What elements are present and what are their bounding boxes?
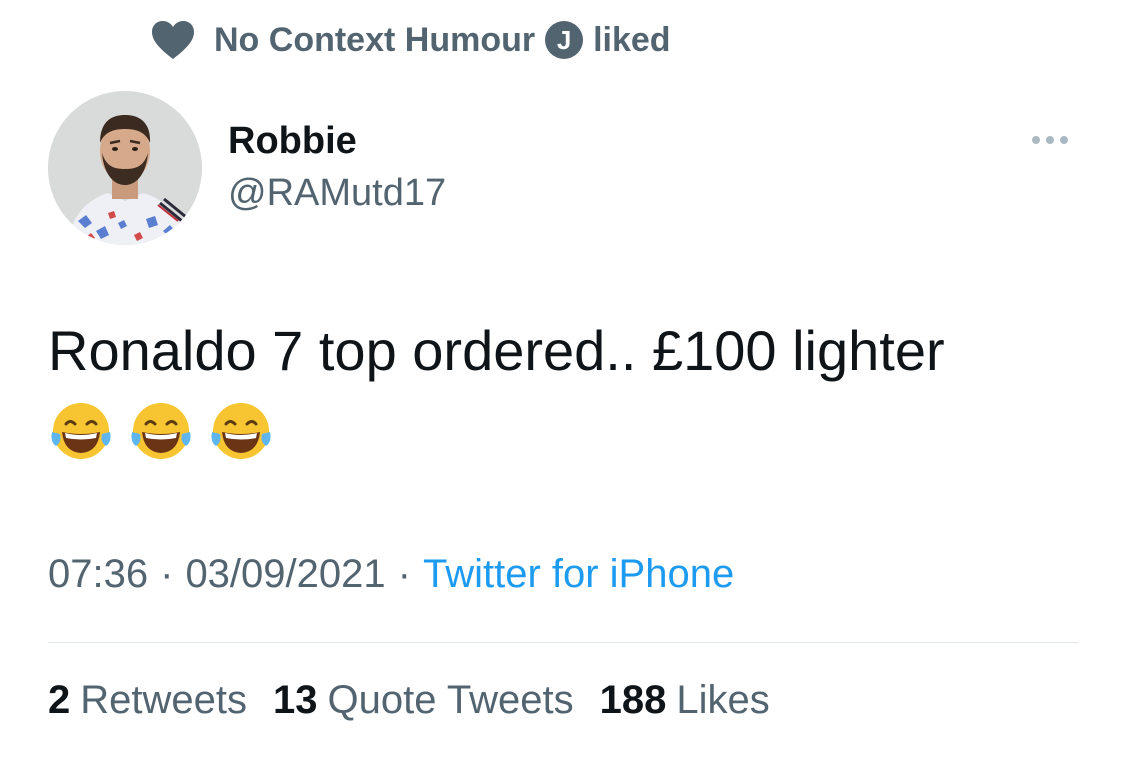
face-with-tears-of-joy-icon: [128, 398, 194, 464]
divider: [48, 642, 1078, 643]
more-dot: [1060, 136, 1068, 144]
more-dot: [1032, 136, 1040, 144]
social-context[interactable]: No Context Humour J liked: [150, 14, 671, 66]
tweet-emojis: [48, 398, 274, 464]
tweet-detail: No Context Humour J liked Robbie @RAMutd…: [0, 0, 1125, 760]
author-handle[interactable]: @RAMutd17: [228, 172, 446, 215]
avatar[interactable]: [48, 91, 202, 245]
badge-icon: J: [545, 21, 584, 59]
tweet-text: Ronaldo 7 top ordered.. £100 lighter: [48, 319, 945, 382]
author-name[interactable]: Robbie: [228, 120, 357, 163]
tweet-time[interactable]: 07:36: [48, 552, 148, 597]
quote-tweets-label: Quote Tweets: [327, 678, 574, 722]
tweet-stats: 2 Retweets 13 Quote Tweets 188 Likes: [48, 678, 770, 723]
quote-tweets-stat[interactable]: 13 Quote Tweets: [273, 678, 574, 723]
social-context-account[interactable]: No Context Humour: [214, 21, 535, 60]
meta-separator: ·: [397, 552, 411, 596]
more-dot: [1046, 136, 1054, 144]
social-context-action: liked: [593, 20, 671, 59]
more-options-button[interactable]: [1022, 124, 1078, 156]
likes-stat[interactable]: 188 Likes: [600, 678, 770, 723]
face-with-tears-of-joy-icon: [208, 398, 274, 464]
retweets-label: Retweets: [80, 678, 247, 722]
retweets-count: 2: [48, 678, 71, 722]
quote-tweets-count: 13: [273, 678, 318, 722]
meta-separator: ·: [160, 552, 174, 596]
tweet-date[interactable]: 03/09/2021: [185, 552, 385, 597]
heart-icon: [150, 19, 196, 61]
tweet-meta: 07:36 · 03/09/2021 · Twitter for iPhone: [48, 552, 734, 597]
face-with-tears-of-joy-icon: [48, 398, 114, 464]
likes-label: Likes: [676, 678, 770, 722]
tweet-source-link[interactable]: Twitter for iPhone: [423, 552, 734, 597]
likes-count: 188: [599, 678, 667, 722]
retweets-stat[interactable]: 2 Retweets: [48, 678, 247, 723]
